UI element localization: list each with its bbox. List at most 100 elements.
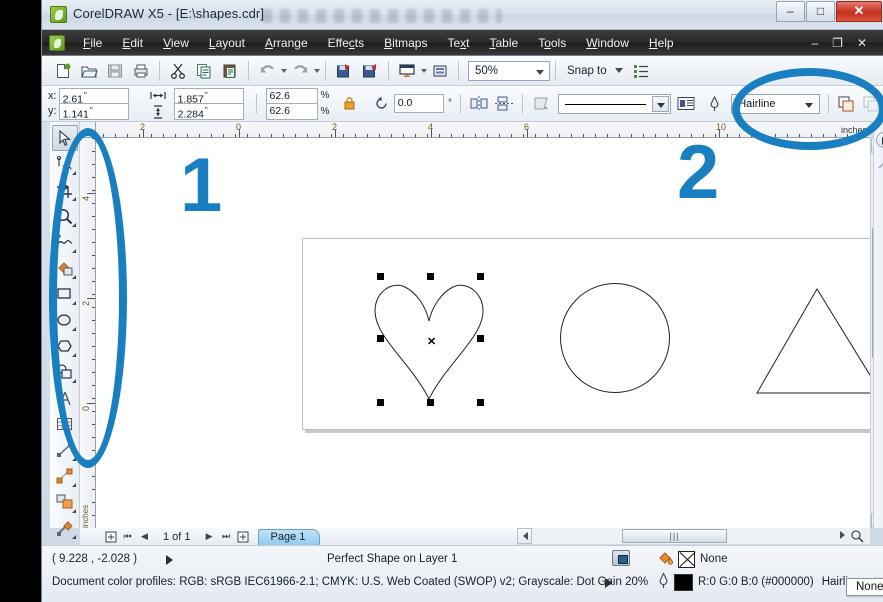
- text-tool[interactable]: [52, 385, 78, 411]
- flyout-arrow-icon[interactable]: [71, 171, 76, 175]
- flyout-arrow-icon[interactable]: [71, 353, 76, 357]
- open-document-button[interactable]: [77, 59, 101, 83]
- triangle-shape[interactable]: [755, 287, 870, 395]
- flyout-arrow-icon[interactable]: [71, 509, 76, 513]
- redo-dropdown-arrow[interactable]: [314, 68, 320, 73]
- page-tab-1[interactable]: Page 1: [257, 528, 321, 545]
- menu-view[interactable]: View: [153, 33, 199, 53]
- selection-handle[interactable]: [427, 399, 434, 406]
- selection-handle[interactable]: [427, 273, 434, 280]
- blend-tool[interactable]: [52, 489, 78, 515]
- fill-bucket-icon[interactable]: [657, 549, 674, 569]
- new-document-button[interactable]: [51, 59, 75, 83]
- menu-window[interactable]: Window: [576, 33, 639, 53]
- close-button[interactable]: ✕: [836, 1, 882, 22]
- scroll-left-button[interactable]: [517, 528, 532, 544]
- snapshot-icon[interactable]: [612, 550, 630, 566]
- menu-tools[interactable]: Tools: [528, 33, 576, 53]
- menu-arrange[interactable]: Arrange: [255, 33, 318, 53]
- mirror-vertical-icon[interactable]: [494, 94, 513, 114]
- text-wrap-icon[interactable]: [677, 94, 696, 114]
- outline-color-swatch[interactable]: [674, 573, 693, 591]
- flyout-arrow-icon[interactable]: [71, 327, 76, 331]
- coordinates-expand-arrow[interactable]: [166, 555, 173, 565]
- import-button[interactable]: [332, 59, 356, 83]
- connector-tool[interactable]: [52, 463, 78, 489]
- basic-shapes-tool[interactable]: [52, 359, 78, 385]
- zoom-to-fit-button[interactable]: [850, 529, 866, 543]
- crop-tool[interactable]: [52, 177, 78, 203]
- copy-button[interactable]: [192, 59, 216, 83]
- x-position-input[interactable]: 2.61": [58, 87, 129, 105]
- horizontal-ruler[interactable]: 2 0 2 4 6 10 inches: [96, 122, 870, 138]
- maximize-button[interactable]: □: [806, 1, 835, 22]
- redo-button[interactable]: [288, 59, 312, 83]
- ellipse-tool[interactable]: [52, 307, 78, 333]
- undo-button[interactable]: [255, 59, 279, 83]
- selection-handle[interactable]: [477, 399, 484, 406]
- flyout-arrow-icon[interactable]: [71, 301, 76, 305]
- doc-restore-button[interactable]: ❐: [825, 36, 850, 50]
- menu-text[interactable]: Text: [437, 33, 479, 53]
- smart-fill-tool[interactable]: [52, 255, 78, 281]
- y-position-input[interactable]: 1.141": [58, 103, 129, 120]
- drawing-canvas[interactable]: ✕: [96, 138, 870, 528]
- shape-properties-icon[interactable]: [531, 94, 550, 114]
- scroll-right-button[interactable]: [840, 531, 845, 539]
- chevron-down-icon[interactable]: [651, 95, 669, 112]
- fill-color-swatch[interactable]: [678, 550, 695, 568]
- table-tool[interactable]: [52, 411, 78, 437]
- line-style-combo[interactable]: [557, 93, 671, 114]
- flyout-arrow-icon[interactable]: [71, 249, 76, 253]
- outline-pen-icon[interactable]: [657, 572, 670, 592]
- save-document-button[interactable]: [103, 59, 127, 83]
- outline-width-combo[interactable]: Hairline: [731, 93, 820, 114]
- horizontal-scroll-thumb[interactable]: |||: [622, 529, 727, 543]
- undo-dropdown-arrow[interactable]: [281, 68, 287, 73]
- export-button[interactable]: [358, 59, 382, 83]
- width-input[interactable]: 1.857": [173, 87, 244, 105]
- shape-tool[interactable]: [52, 151, 78, 177]
- vertical-ruler[interactable]: 4 2 0 inches: [80, 138, 96, 528]
- chevron-down-icon[interactable]: [614, 68, 623, 73]
- options-list-button[interactable]: [629, 59, 653, 83]
- selection-handle[interactable]: [377, 399, 384, 406]
- page-area[interactable]: ✕: [302, 238, 870, 430]
- rectangle-tool[interactable]: [52, 281, 78, 307]
- pick-tool[interactable]: [51, 125, 78, 151]
- chevron-down-icon[interactable]: [536, 69, 544, 75]
- print-document-button[interactable]: [129, 59, 153, 83]
- horizontal-scrollbar[interactable]: |||: [517, 528, 870, 544]
- selection-handle[interactable]: [477, 335, 484, 342]
- rotation-input[interactable]: 0.0: [393, 94, 445, 113]
- dimension-tool[interactable]: [52, 437, 78, 463]
- menu-layout[interactable]: Layout: [199, 33, 255, 53]
- flyout-arrow-icon[interactable]: [71, 483, 76, 487]
- docker-grip[interactable]: · · ·: [877, 124, 883, 131]
- add-page-start-button[interactable]: [103, 529, 118, 544]
- menu-effects[interactable]: Effects: [318, 33, 374, 53]
- menu-edit[interactable]: Edit: [112, 33, 153, 53]
- flyout-arrow-icon[interactable]: [71, 379, 76, 383]
- selection-handle[interactable]: [377, 273, 384, 280]
- menu-file[interactable]: File: [73, 33, 112, 53]
- snap-to-button[interactable]: Snap to: [567, 65, 623, 77]
- flyout-arrow-icon[interactable]: [71, 223, 76, 227]
- ruler-corner[interactable]: [80, 122, 96, 138]
- mirror-horizontal-icon[interactable]: [469, 94, 488, 114]
- options-button[interactable]: [428, 59, 452, 83]
- flyout-arrow-icon[interactable]: [71, 197, 76, 201]
- freehand-tool[interactable]: [52, 229, 78, 255]
- menu-table[interactable]: Table: [480, 33, 529, 53]
- selection-handle[interactable]: [477, 273, 484, 280]
- circle-shape[interactable]: [559, 282, 671, 394]
- doc-close-button[interactable]: ✕: [850, 36, 874, 50]
- doc-minimize-button[interactable]: –: [804, 36, 825, 50]
- lock-ratio-icon[interactable]: [339, 94, 358, 114]
- application-launcher-button[interactable]: [395, 59, 419, 83]
- menu-help[interactable]: Help: [639, 33, 684, 53]
- add-page-end-button[interactable]: [236, 529, 251, 544]
- minimize-button[interactable]: –: [776, 1, 805, 22]
- zoom-level-combo[interactable]: 50%: [468, 60, 550, 81]
- color-profiles-expand-arrow[interactable]: [605, 578, 612, 588]
